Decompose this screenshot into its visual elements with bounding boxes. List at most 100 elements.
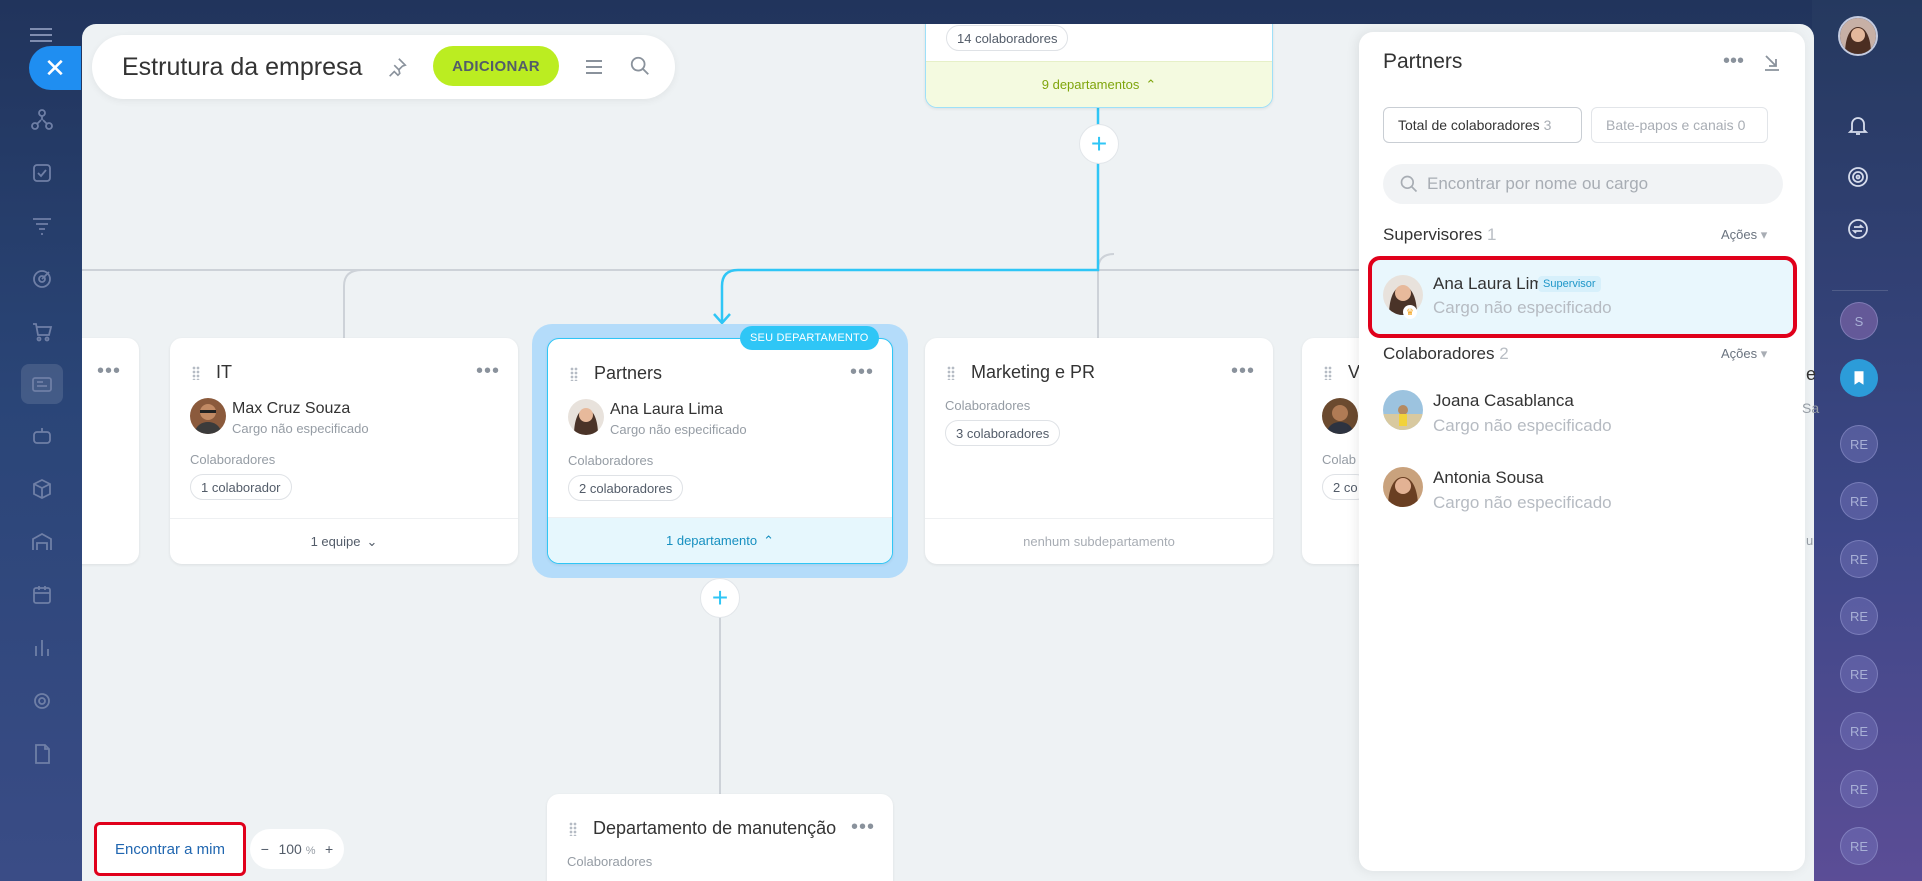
supervisors-heading: Supervisores 1	[1383, 225, 1496, 245]
dept-name: IT	[216, 362, 232, 382]
employee-count-chip[interactable]: 2 colaboradores	[568, 475, 684, 501]
dept-name: Partners	[594, 363, 663, 383]
search-input[interactable]	[1427, 164, 1767, 204]
chevron-up-icon: ⌃	[1145, 76, 1157, 92]
employees-label: Colaboradores	[190, 452, 276, 467]
close-button[interactable]: ✕	[29, 46, 81, 90]
drag-handle-icon[interactable]	[569, 822, 577, 836]
settings-icon[interactable]	[26, 685, 58, 717]
funnel-icon[interactable]	[26, 210, 58, 242]
more-icon[interactable]: •••	[851, 816, 875, 839]
chat-avatar-re[interactable]: RE	[1840, 712, 1878, 750]
offscreen-card-footer: u	[1806, 533, 1814, 548]
dept-card-top[interactable]: 14 colaboradores 9 departamentos ⌃	[925, 24, 1273, 108]
hamburger-icon[interactable]	[30, 28, 52, 42]
dept-card-manutencao[interactable]: Departamento de manutenção ••• Colaborad…	[547, 794, 893, 881]
company-icon[interactable]	[21, 364, 63, 404]
chat-avatar-re[interactable]: RE	[1840, 425, 1878, 463]
org-structure-icon[interactable]	[26, 104, 58, 136]
dept-card-partners[interactable]: Partners ••• Ana Laura Lima Cargo não es…	[547, 338, 893, 564]
supervisor-tag: Supervisor	[1538, 276, 1601, 292]
employees-label: Colaboradores	[567, 854, 653, 869]
person-name[interactable]: Antonia Sousa	[1433, 468, 1544, 488]
collapse-icon[interactable]	[1762, 52, 1782, 72]
cart-icon[interactable]	[26, 316, 58, 348]
more-icon[interactable]: •••	[97, 360, 121, 383]
calendar-icon[interactable]	[26, 579, 58, 611]
chat-avatar-re[interactable]: RE	[1840, 540, 1878, 578]
supervisors-actions-dropdown[interactable]: Ações	[1721, 227, 1767, 243]
head-role: Cargo não especificado	[232, 421, 369, 436]
drag-handle-icon[interactable]	[570, 367, 578, 381]
supervisor-row[interactable]: ♛ Ana Laura Lima Supervisor Cargo não es…	[1368, 256, 1797, 338]
more-icon[interactable]: •••	[1723, 50, 1744, 73]
dept-name: Departamento de manutenção	[593, 818, 837, 838]
subdept-toggle[interactable]: 1 departamento ⌃	[548, 517, 892, 563]
dept-card-marketing[interactable]: Marketing e PR ••• Colaboradores 3 colab…	[925, 338, 1273, 564]
more-icon[interactable]: •••	[850, 361, 874, 384]
bookmark-icon[interactable]	[1840, 359, 1878, 397]
warehouse-icon[interactable]	[26, 526, 58, 558]
pin-icon[interactable]	[386, 56, 408, 78]
tab-total-employees[interactable]: Total de colaboradores 3	[1383, 107, 1582, 143]
zoom-value: 100	[278, 841, 302, 857]
add-dept-button[interactable]: +	[700, 578, 740, 618]
subdept-toggle[interactable]: 1 equipe ⌄	[170, 518, 518, 564]
robot-icon[interactable]	[26, 420, 58, 452]
crown-icon: ♛	[1403, 305, 1417, 319]
bell-icon[interactable]	[1841, 108, 1875, 142]
search-icon	[1400, 175, 1418, 193]
dept-name: Marketing e PR	[971, 362, 1096, 382]
chat-avatar-re[interactable]: RE	[1840, 597, 1878, 635]
add-button[interactable]: ADICIONAR	[433, 46, 559, 86]
avatar[interactable]	[1322, 398, 1358, 434]
search-icon[interactable]	[629, 55, 651, 77]
employee-count-chip[interactable]: 3 colaboradores	[945, 420, 1061, 446]
avatar[interactable]	[1383, 467, 1423, 507]
drag-handle-icon[interactable]	[1324, 366, 1332, 380]
tab-chats-channels[interactable]: Bate-papos e canais 0	[1591, 107, 1768, 143]
avatar[interactable]	[1383, 390, 1423, 430]
subdept-count: 1 equipe	[310, 534, 361, 549]
target-icon[interactable]	[1841, 160, 1875, 194]
panel-title: Partners	[1383, 50, 1463, 73]
person-name[interactable]: Joana Casablanca	[1433, 391, 1574, 411]
zoom-in-button[interactable]: +	[325, 841, 333, 857]
menu-icon[interactable]	[584, 57, 604, 77]
more-icon[interactable]: •••	[476, 360, 500, 383]
find-me-button[interactable]: Encontrar a mim	[94, 822, 246, 876]
head-name[interactable]: Ana Laura Lima	[610, 401, 723, 419]
more-icon[interactable]: •••	[1231, 360, 1255, 383]
employees-actions-dropdown[interactable]: Ações	[1721, 346, 1767, 362]
drag-handle-icon[interactable]	[192, 366, 200, 380]
sync-icon[interactable]	[1841, 212, 1875, 246]
zoom-unit: %	[305, 845, 316, 857]
tasks-icon[interactable]	[26, 157, 58, 189]
person-role: Cargo não especificado	[1433, 493, 1612, 512]
document-icon[interactable]	[26, 738, 58, 770]
head-name[interactable]: Max Cruz Souza	[232, 400, 350, 418]
employee-count-chip[interactable]: 14 colaboradores	[946, 25, 1069, 51]
tab-count: 0	[1737, 117, 1746, 133]
avatar[interactable]	[568, 399, 604, 435]
dept-card-partial-left[interactable]: •••	[82, 338, 139, 564]
analytics-icon[interactable]	[26, 632, 58, 664]
chat-avatar-re[interactable]: RE	[1840, 827, 1878, 865]
chat-avatar-re[interactable]: RE	[1840, 482, 1878, 520]
tab-count: 3	[1543, 117, 1552, 133]
chat-avatar-re[interactable]: RE	[1840, 655, 1878, 693]
drag-handle-icon[interactable]	[947, 366, 955, 380]
avatar[interactable]	[190, 398, 226, 434]
employee-count-chip[interactable]: 1 colaborador	[190, 474, 292, 500]
add-dept-button[interactable]: +	[1079, 124, 1119, 164]
dept-card-it[interactable]: IT ••• Max Cruz Souza Cargo não especifi…	[170, 338, 518, 564]
chat-avatar-re[interactable]: RE	[1840, 770, 1878, 808]
person-role: Cargo não especificado	[1433, 298, 1612, 317]
chat-avatar-s[interactable]: S	[1840, 302, 1878, 340]
box-icon[interactable]	[26, 473, 58, 505]
person-name[interactable]: Ana Laura Lima	[1433, 274, 1553, 294]
user-avatar[interactable]	[1838, 16, 1878, 56]
target-icon[interactable]	[26, 263, 58, 295]
zoom-out-button[interactable]: −	[261, 841, 269, 857]
subdept-toggle[interactable]: 9 departamentos ⌃	[926, 61, 1272, 107]
